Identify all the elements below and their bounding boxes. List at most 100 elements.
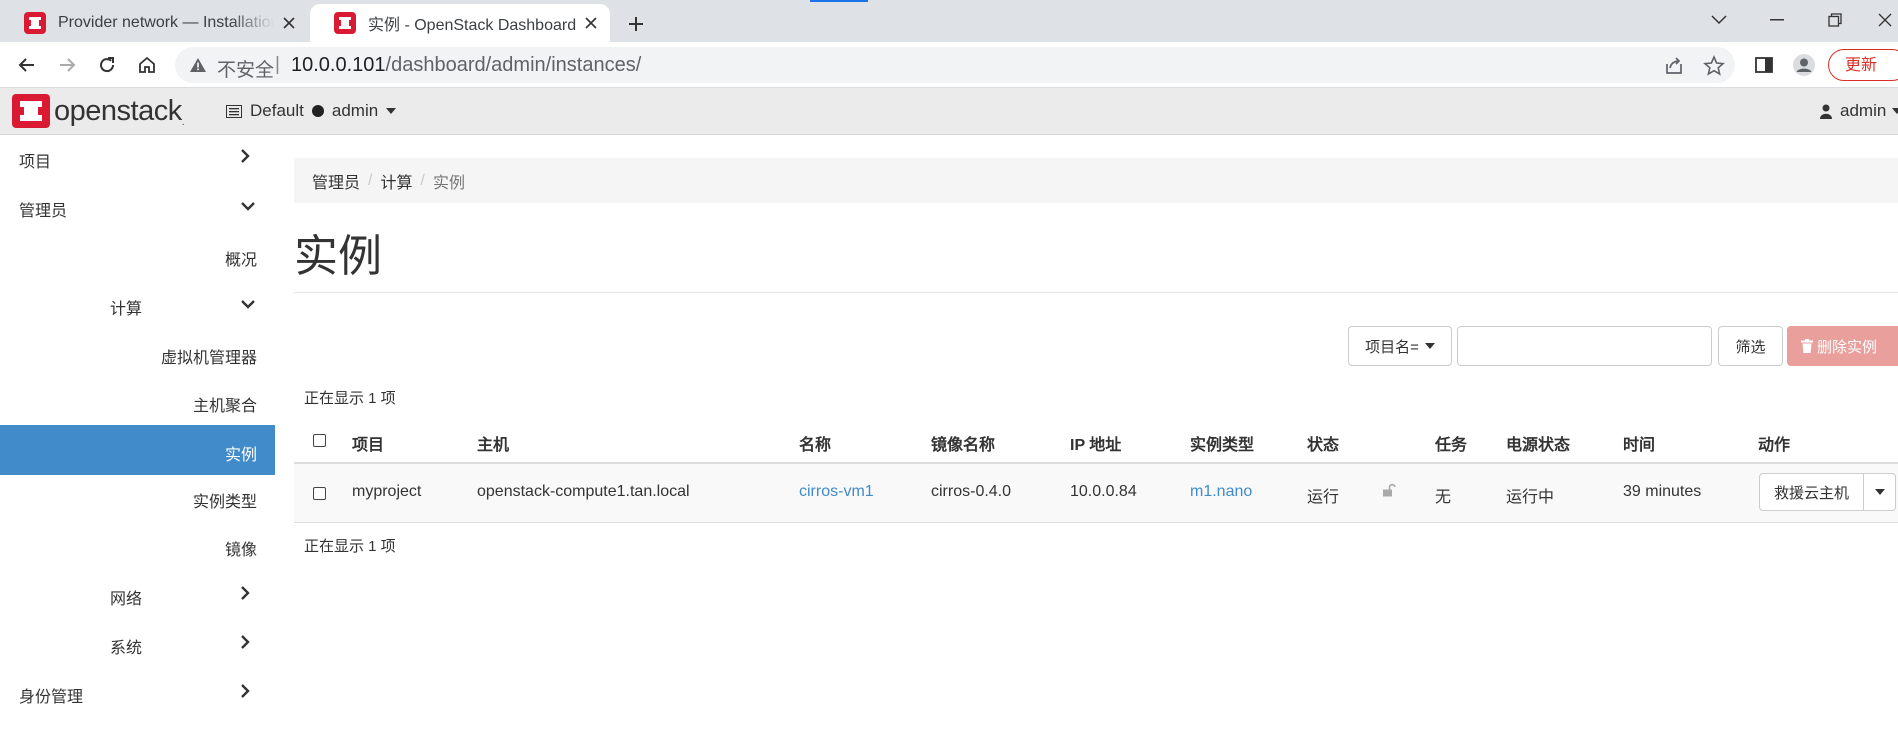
sidebar-item-label: 镜像 (224, 542, 257, 559)
filter-button[interactable]: 筛选 (1718, 326, 1783, 366)
arrow-right-icon (60, 58, 76, 72)
sidebar-item-network[interactable]: 网络 (0, 572, 275, 616)
address-separator: | (275, 54, 280, 75)
browser-tab-provider-network[interactable]: Provider network — Installation (0, 4, 308, 42)
caret-down-icon (1874, 489, 1885, 495)
flavor-link[interactable]: m1.nano (1190, 483, 1252, 500)
col-header-name[interactable]: 名称 (799, 431, 831, 455)
list-icon (226, 104, 242, 118)
user-icon (1820, 104, 1832, 119)
sidebar-item-label: 身份管理 (19, 689, 84, 706)
tab-search-button[interactable] (1690, 0, 1748, 40)
logo-mark: . (181, 116, 185, 128)
address-bar[interactable]: 不安全 | 10.0.0.101/dashboard/admin/instanc… (175, 47, 1735, 83)
forward-button[interactable] (50, 48, 84, 82)
col-header-ip[interactable]: IP 地址 (1070, 431, 1121, 455)
sidebar-item-admin[interactable]: 管理员 (0, 184, 275, 228)
row-action-group: 救援云主机 (1759, 473, 1896, 511)
cell-power: 运行中 (1506, 489, 1555, 506)
sidebar-item-project[interactable]: 项目 (0, 135, 275, 179)
share-icon[interactable] (1663, 55, 1685, 77)
sidebar-item-label: 计算 (110, 301, 143, 318)
caret-down-icon (386, 108, 397, 114)
bookmark-star-icon[interactable] (1703, 55, 1725, 77)
minimize-icon (1770, 19, 1784, 21)
home-icon (139, 56, 155, 73)
sidebar-item-images[interactable]: 镜像 (0, 523, 275, 567)
sidebar-item-hypervisors[interactable]: 虚拟机管理器 (0, 331, 275, 375)
reload-icon (100, 57, 115, 73)
more-actions-toggle[interactable] (1864, 473, 1896, 511)
sidebar-item-flavors[interactable]: 实例类型 (0, 475, 275, 519)
new-tab-button[interactable] (620, 8, 652, 40)
sidebar-item-aggregates[interactable]: 主机聚合 (0, 379, 275, 423)
unlock-icon[interactable] (1382, 483, 1396, 497)
address-url[interactable]: 10.0.0.101/dashboard/admin/instances/ (291, 54, 641, 77)
cell-flavor: m1.nano (1190, 483, 1252, 501)
reload-button[interactable] (90, 48, 124, 82)
update-button[interactable]: 更新 (1828, 49, 1898, 81)
openstack-logo[interactable]: openstack. (12, 94, 185, 128)
insecure-label[interactable]: 不安全 (217, 55, 274, 82)
sidebar-item-overview[interactable]: 概况 (0, 233, 275, 277)
openstack-favicon-icon (24, 12, 46, 34)
sidebar-item-label: 主机聚合 (192, 398, 257, 415)
table-header: 项目 主机 名称 镜像名称 IP 地址 实例类型 状态 任务 电源状态 时间 动… (294, 420, 1898, 464)
arrow-left-icon (18, 58, 34, 72)
chevron-down-icon (241, 300, 255, 309)
openstack-logo-icon (12, 94, 50, 128)
close-icon[interactable] (274, 8, 304, 38)
item-count-bottom: 正在显示 1 项 (304, 538, 396, 555)
project-context-dropdown[interactable]: Default admin (226, 101, 397, 121)
caret-down-icon (1424, 343, 1435, 349)
breadcrumb-admin[interactable]: 管理员 (312, 169, 360, 193)
filter-input[interactable] (1457, 326, 1712, 366)
browser-tab-instances[interactable]: 实例 - OpenStack Dashboard (310, 4, 610, 42)
sidebar-item-identity[interactable]: 身份管理 (0, 670, 275, 714)
filter-button-label: 筛选 (1735, 338, 1766, 356)
breadcrumb: 管理员 / 计算 / 实例 (294, 158, 1898, 203)
user-menu-dropdown[interactable]: admin (1820, 101, 1898, 121)
rescue-instance-button[interactable]: 救援云主机 (1759, 473, 1864, 511)
delete-instances-button[interactable]: 删除实例 (1787, 326, 1898, 366)
minimize-button[interactable] (1748, 0, 1806, 40)
breadcrumb-separator: / (420, 171, 425, 189)
sidebar-nav: 项目 管理员 概况 计算 虚拟机管理器 主机聚合 实例 实例类型 镜像 网络 系… (0, 135, 275, 730)
breadcrumb-compute[interactable]: 计算 (380, 169, 412, 193)
url-host: 10.0.0.101 (291, 54, 386, 76)
cell-name: cirros-vm1 (799, 483, 874, 501)
window-close-button[interactable] (1856, 0, 1898, 40)
rescue-button-label: 救援云主机 (1773, 484, 1849, 502)
filter-field-select[interactable]: 项目名= (1348, 326, 1452, 366)
col-header-flavor[interactable]: 实例类型 (1190, 431, 1254, 455)
col-header-project[interactable]: 项目 (352, 431, 384, 455)
profile-avatar-icon[interactable] (1792, 53, 1816, 77)
tab-title: Provider network — Installation (58, 14, 274, 31)
warning-icon[interactable] (189, 57, 207, 73)
chevron-right-icon (241, 586, 250, 600)
sidebar-item-instances[interactable]: 实例 (0, 425, 275, 475)
instance-name-link[interactable]: cirros-vm1 (799, 483, 874, 500)
sidebar-item-compute[interactable]: 计算 (0, 282, 275, 326)
close-icon (1878, 13, 1892, 27)
row-checkbox[interactable] (313, 487, 326, 500)
sidebar-item-label: 网络 (110, 591, 143, 608)
table-row: myproject openstack-compute1.tan.local c… (294, 464, 1898, 523)
sidebar-item-system[interactable]: 系统 (0, 621, 275, 665)
chevron-right-icon (241, 149, 250, 163)
browser-tab-strip: Provider network — Installation 实例 - Ope… (0, 0, 1898, 42)
home-button[interactable] (130, 48, 164, 82)
col-header-power[interactable]: 电源状态 (1506, 431, 1570, 455)
col-header-task[interactable]: 任务 (1435, 431, 1467, 455)
col-header-time[interactable]: 时间 (1623, 431, 1655, 455)
back-button[interactable] (10, 48, 44, 82)
chevron-down-icon (1711, 15, 1727, 25)
col-header-image[interactable]: 镜像名称 (931, 431, 995, 455)
cell-task: 无 (1435, 489, 1452, 506)
col-header-host[interactable]: 主机 (477, 431, 509, 455)
side-panel-icon[interactable] (1752, 53, 1776, 77)
close-icon[interactable] (576, 8, 606, 38)
select-all-checkbox[interactable] (313, 434, 326, 447)
sidebar-item-label: 概况 (224, 252, 257, 269)
col-header-status[interactable]: 状态 (1307, 431, 1339, 455)
